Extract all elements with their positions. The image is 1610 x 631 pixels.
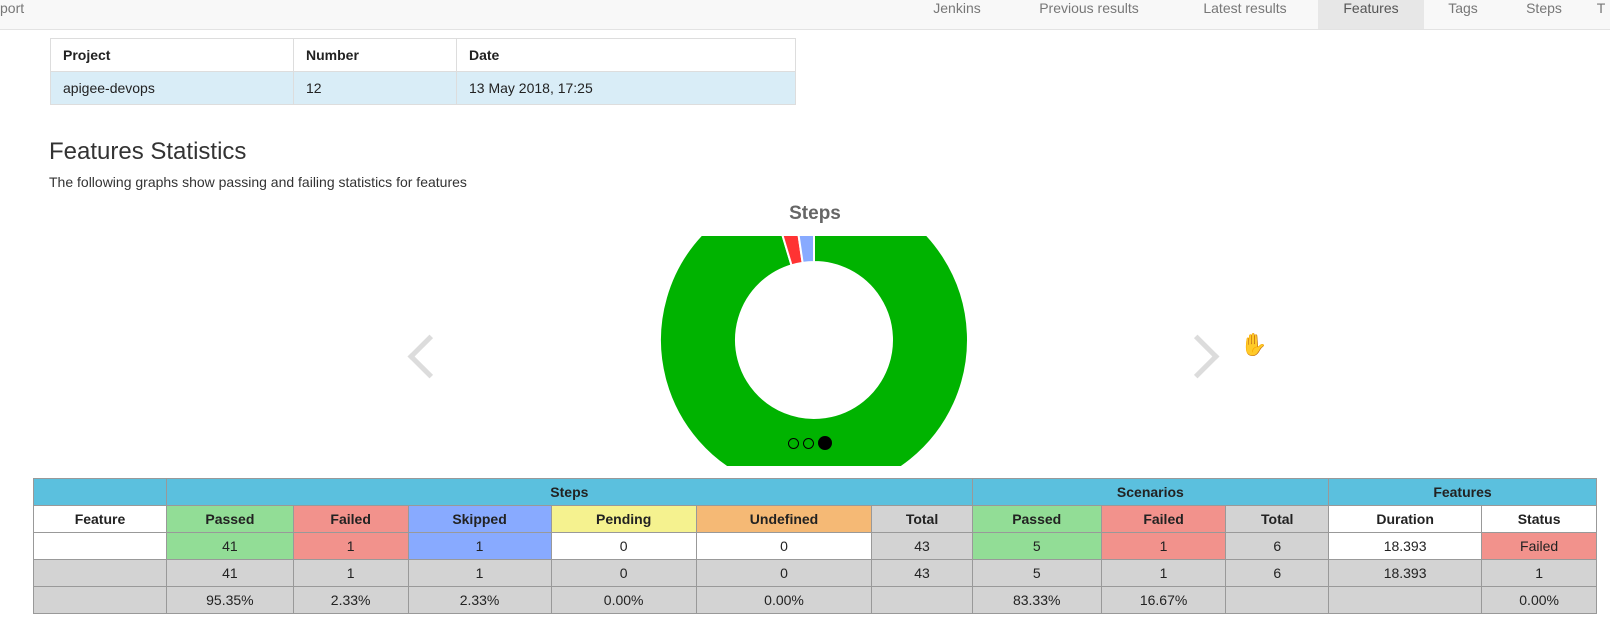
nav-truncated[interactable]: T (1592, 0, 1610, 29)
percent-row: 95.35% 2.33% 2.33% 0.00% 0.00% 83.33% 16… (33, 586, 1597, 614)
carousel-dot-2[interactable] (803, 437, 814, 449)
col-status[interactable]: Status (1481, 505, 1597, 533)
percent-steps-total (871, 586, 973, 614)
group-features: Features (1327, 478, 1598, 506)
feature-name-cell[interactable] (33, 532, 167, 560)
donut-slice-passed[interactable] (659, 236, 969, 466)
hand-cursor-icon: ✋ (1240, 332, 1268, 357)
percent-steps-skipped: 2.33% (407, 586, 552, 614)
totals-label-cell (33, 559, 167, 587)
section-title: Features Statistics (49, 138, 247, 165)
nav-steps[interactable]: Steps (1514, 0, 1574, 29)
col-duration[interactable]: Duration (1327, 505, 1483, 533)
nav-latest-results[interactable]: Latest results (1186, 0, 1304, 29)
totals-scenarios-failed: 1 (1100, 559, 1227, 587)
percent-scenarios-total (1225, 586, 1329, 614)
carousel-dot-1[interactable] (788, 437, 799, 449)
date-value: 13 May 2018, 17:25 (456, 71, 796, 105)
percent-steps-undefined: 0.00% (695, 586, 873, 614)
percent-scenarios-passed: 83.33% (971, 586, 1102, 614)
totals-steps-failed: 1 (292, 559, 409, 587)
totals-status: 1 (1481, 559, 1597, 587)
duration-cell: 18.393 (1327, 532, 1483, 560)
nav-tags[interactable]: Tags (1438, 0, 1488, 29)
percent-label-cell (33, 586, 167, 614)
top-navbar: port Jenkins Previous results Latest res… (0, 0, 1610, 30)
percent-scenarios-failed: 16.67% (1100, 586, 1227, 614)
totals-steps-pending: 0 (550, 559, 697, 587)
number-value: 12 (293, 71, 457, 105)
percent-steps-failed: 2.33% (292, 586, 409, 614)
chart-title: Steps (789, 203, 841, 224)
steps-skipped-cell: 1 (407, 532, 552, 560)
steps-pending-cell: 0 (550, 532, 697, 560)
totals-steps-total: 43 (871, 559, 973, 587)
table-row: 41 1 1 0 0 43 5 1 6 18.393 Failed (33, 532, 1597, 560)
group-blank (33, 478, 167, 506)
nav-previous-results[interactable]: Previous results (1024, 0, 1154, 29)
percent-duration (1327, 586, 1483, 614)
build-info-table: Project Number Date apigee-devops 12 13 … (50, 38, 796, 105)
percent-steps-passed: 95.35% (165, 586, 294, 614)
scenarios-failed-cell: 1 (1100, 532, 1227, 560)
carousel-prev-icon[interactable] (407, 334, 452, 379)
totals-steps-skipped: 1 (407, 559, 552, 587)
percent-status: 0.00% (1481, 586, 1597, 614)
carousel-next-icon[interactable] (1175, 334, 1220, 379)
percent-steps-pending: 0.00% (550, 586, 697, 614)
col-steps-skipped[interactable]: Skipped (407, 505, 552, 533)
col-scenarios-total[interactable]: Total (1225, 505, 1329, 533)
col-scenarios-passed[interactable]: Passed (971, 505, 1102, 533)
header-project: Project (50, 38, 294, 72)
steps-donut-chart (659, 236, 969, 466)
steps-total-cell: 43 (871, 532, 973, 560)
header-number: Number (293, 38, 457, 72)
scenarios-passed-cell: 5 (971, 532, 1102, 560)
col-steps-undefined[interactable]: Undefined (695, 505, 873, 533)
feature-stats-table: Steps Scenarios Features Feature Passed … (33, 478, 1598, 614)
scenarios-total-cell: 6 (1225, 532, 1329, 560)
header-date: Date (456, 38, 796, 72)
totals-scenarios-passed: 5 (971, 559, 1102, 587)
col-steps-passed[interactable]: Passed (165, 505, 294, 533)
brand-title[interactable]: port (0, 0, 24, 16)
carousel-indicators (786, 434, 834, 451)
steps-passed-cell: 41 (165, 532, 294, 560)
col-steps-pending[interactable]: Pending (550, 505, 697, 533)
group-scenarios: Scenarios (971, 478, 1329, 506)
status-badge: Failed (1481, 532, 1597, 560)
col-feature[interactable]: Feature (33, 505, 167, 533)
col-scenarios-failed[interactable]: Failed (1100, 505, 1227, 533)
section-subtitle: The following graphs show passing and fa… (49, 174, 467, 190)
steps-undefined-cell: 0 (695, 532, 873, 560)
project-value: apigee-devops (50, 71, 294, 105)
nav-jenkins[interactable]: Jenkins (920, 0, 994, 29)
steps-failed-cell: 1 (292, 532, 409, 560)
totals-row: 41 1 1 0 0 43 5 1 6 18.393 1 (33, 559, 1597, 587)
col-steps-total[interactable]: Total (871, 505, 973, 533)
nav-features[interactable]: Features (1318, 0, 1424, 29)
totals-steps-undefined: 0 (695, 559, 873, 587)
totals-steps-passed: 41 (165, 559, 294, 587)
totals-duration: 18.393 (1327, 559, 1483, 587)
totals-scenarios-total: 6 (1225, 559, 1329, 587)
group-steps: Steps (165, 478, 973, 506)
col-steps-failed[interactable]: Failed (292, 505, 409, 533)
